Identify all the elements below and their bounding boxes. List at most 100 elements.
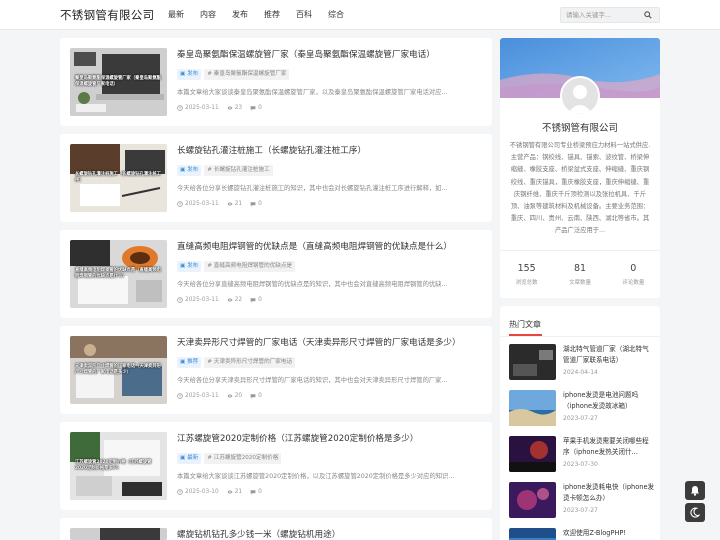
site-header: 不锈钢管有限公司 最新 内容 发布 推荐 百科 综合 (0, 0, 720, 30)
profile-stats: 155 浏览总数 81 文章数量 0 评论数量 (500, 250, 660, 286)
hot-article-date: 2023-07-30 (563, 461, 598, 468)
bell-icon (691, 486, 699, 496)
article-title[interactable]: 直缝高频电阻焊钢管的优缺点是（直缝高频电阻焊钢管的优缺点是什么） (177, 240, 482, 252)
keyword-tag[interactable]: # 长螺旋钻孔灌注桩施工 (204, 165, 273, 176)
search-box (560, 7, 660, 23)
keyword-tag[interactable]: # 江苏螺旋管2020定制价格 (204, 453, 282, 464)
moon-icon (690, 507, 700, 518)
article-comments: 0 (250, 489, 262, 495)
hot-article-title: 苹果手机发烫需要关闭哪些程序（iphone发热关闭什... (563, 437, 649, 456)
eye-icon (227, 298, 233, 302)
clock-icon (177, 393, 183, 399)
nav-item-recommend[interactable]: 推荐 (256, 0, 288, 30)
search-icon[interactable] (644, 11, 652, 19)
hot-article-thumbnail (509, 436, 556, 472)
article-comments: 0 (250, 393, 262, 399)
article-excerpt: 今天给各位分享天津卖异形尺寸焊管的厂家电话的知识，其中也会对天津卖异形尺寸焊管的… (177, 377, 448, 384)
article-thumbnail[interactable]: 秦皇岛聚氨酯保温螺旋管厂家（秦皇岛聚氨酯保温螺旋管厂家电话） (70, 48, 167, 116)
hot-article-title: iphone发烫是电池问题吗（iphone发烫故冰箱） (563, 391, 639, 410)
divider (500, 336, 660, 337)
hot-articles-widget: 热门文章 湖北特气管道厂家（湖北特气管道厂家联系电话） 2024-04-14 i… (500, 306, 660, 540)
category-tag[interactable]: ▣ 发布 (177, 165, 202, 176)
clock-icon (177, 489, 183, 495)
profile-description: 不锈钢管有限公司专业桥梁预应力材料一站式供应.主营产品：钢绞线、锚具、锚索、波纹… (509, 142, 651, 235)
thumbnail-caption: 直缝高频电阻焊钢管的优缺点是（直缝高频电阻焊钢管的优缺点是什么） (75, 268, 161, 279)
category-tag[interactable]: ▣ 发布 (177, 261, 202, 272)
hot-article-item[interactable]: 欢迎使用Z-BlogPHP! (509, 528, 653, 540)
article-title[interactable]: 天津卖异形尺寸焊管的厂家电话（天津卖异形尺寸焊管的厂家电话是多少） (177, 336, 482, 348)
stat-views: 155 浏览总数 (515, 263, 538, 286)
article-comments: 0 (250, 105, 262, 111)
article-card: 长螺旋钻孔灌注桩施工（长螺旋钻孔灌注桩工序） 长螺旋钻孔灌注桩施工（长螺旋钻孔灌… (60, 134, 492, 222)
article-thumbnail[interactable] (70, 528, 167, 540)
article-title[interactable]: 长螺旋钻孔灌注桩施工（长螺旋钻孔灌注桩工序） (177, 144, 482, 156)
article-thumbnail[interactable]: 江苏螺旋管2020定制价格（江苏螺旋管2020定制价格是多少） (70, 432, 167, 500)
nav-item-publish[interactable]: 发布 (224, 0, 256, 30)
hot-article-item[interactable]: iphone发烫耗电快（iphone发烫卡顿怎么办） 2023-07-27 (509, 482, 655, 520)
hot-article-date: 2023-07-27 (563, 507, 598, 514)
hot-article-thumbnail (509, 390, 556, 426)
avatar[interactable] (560, 76, 600, 116)
dark-mode-toggle[interactable] (685, 503, 705, 522)
clock-icon (177, 105, 183, 111)
hot-article-title: 欢迎使用Z-BlogPHP! (563, 529, 627, 537)
article-excerpt: 本篇文章给大家谈谈秦皇岛聚氨酯保温螺旋管厂家，以及秦皇岛聚氨酯保温螺旋管厂家电话… (177, 89, 448, 96)
search-input[interactable] (561, 8, 641, 22)
article-meta: 2025-03-11 21 0 (177, 201, 262, 207)
category-tag[interactable]: ▣ 推荐 (177, 357, 202, 368)
nav-item-encyclopedia[interactable]: 百科 (288, 0, 320, 30)
stat-articles: 81 文章数量 (568, 263, 591, 286)
hot-article-item[interactable]: 湖北特气管道厂家（湖北特气管道厂家联系电话） 2024-04-14 (509, 344, 653, 382)
keyword-tag[interactable]: # 直缝高频电阻焊钢管的优缺点是 (204, 261, 296, 272)
article-title[interactable]: 秦皇岛聚氨酯保温螺旋管厂家（秦皇岛聚氨酯保温螺旋管厂家电话） (177, 48, 482, 60)
nav-item-content[interactable]: 内容 (192, 0, 224, 30)
article-thumbnail[interactable]: 天津卖异形尺寸焊管的厂家电话（天津卖异形尺寸焊管的厂家电话是多少） (70, 336, 167, 404)
article-card: 螺旋钻机钻孔多少钱一米（螺旋钻机用途） (60, 518, 492, 540)
nav-item-general[interactable]: 综合 (320, 0, 352, 30)
article-meta: 2025-03-11 20 0 (177, 393, 262, 399)
thumbnail-caption: 秦皇岛聚氨酯保温螺旋管厂家（秦皇岛聚氨酯保温螺旋管厂家电话） (75, 76, 161, 87)
article-thumbnail[interactable]: 直缝高频电阻焊钢管的优缺点是（直缝高频电阻焊钢管的优缺点是什么） (70, 240, 167, 308)
article-title[interactable]: 螺旋钻机钻孔多少钱一米（螺旋钻机用途） (177, 528, 482, 540)
eye-icon (227, 202, 233, 206)
eye-icon (227, 490, 233, 494)
article-card: 江苏螺旋管2020定制价格（江苏螺旋管2020定制价格是多少） 江苏螺旋管202… (60, 422, 492, 510)
article-card: 秦皇岛聚氨酯保温螺旋管厂家（秦皇岛聚氨酯保温螺旋管厂家电话） 秦皇岛聚氨酯保温螺… (60, 38, 492, 126)
article-comments: 0 (250, 201, 262, 207)
profile-name: 不锈钢管有限公司 (541, 123, 618, 134)
article-excerpt: 本篇文章给大家谈谈江苏螺旋管2020定制价格，以及江苏螺旋管2020定制价格是多… (177, 473, 455, 480)
article-excerpt: 今天给各位分享直缝高频电阻焊钢管的优缺点是的知识，其中也会对直缝高频电阻焊钢管的… (177, 281, 448, 288)
article-tags: ▣ 推荐 # 天津卖异形尺寸焊管的厂家电话 (177, 357, 296, 368)
comment-icon (250, 202, 256, 207)
article-views: 21 (227, 489, 242, 495)
notification-button[interactable] (685, 481, 705, 500)
stat-comments: 0 评论数量 (622, 263, 645, 286)
comment-icon (250, 106, 256, 111)
hot-article-date: 2024-04-14 (563, 369, 598, 376)
article-date: 2025-03-11 (177, 393, 219, 399)
hot-article-item[interactable]: iphone发烫是电池问题吗（iphone发烫故冰箱） 2023-07-27 (509, 390, 653, 428)
article-title[interactable]: 江苏螺旋管2020定制价格（江苏螺旋管2020定制价格是多少） (177, 432, 482, 444)
keyword-tag[interactable]: # 天津卖异形尺寸焊管的厂家电话 (204, 357, 296, 368)
comment-icon (250, 298, 256, 303)
eye-icon (227, 394, 233, 398)
hot-article-thumbnail (509, 528, 556, 540)
category-tag[interactable]: ▣ 最新 (177, 453, 202, 464)
article-card: 天津卖异形尺寸焊管的厂家电话（天津卖异形尺寸焊管的厂家电话是多少） 天津卖异形尺… (60, 326, 492, 414)
keyword-tag[interactable]: # 秦皇岛聚氨酯保温螺旋管厂家 (204, 69, 290, 80)
hot-article-title: 湖北特气管道厂家（湖北特气管道厂家联系电话） (563, 345, 649, 364)
article-views: 22 (227, 297, 242, 303)
hot-article-title: iphone发烫耗电快（iphone发烫卡顿怎么办） (563, 483, 655, 502)
article-meta: 2025-03-11 23 0 (177, 105, 262, 111)
comment-icon (250, 394, 256, 399)
article-views: 21 (227, 201, 242, 207)
hot-article-item[interactable]: 苹果手机发烫需要关闭哪些程序（iphone发热关闭什... 2023-07-30 (509, 436, 653, 474)
article-date: 2025-03-10 (177, 489, 219, 495)
site-logo[interactable]: 不锈钢管有限公司 (60, 7, 154, 23)
category-tag[interactable]: ▣ 发布 (177, 69, 202, 80)
hot-article-thumbnail (509, 482, 556, 518)
article-views: 20 (227, 393, 242, 399)
hot-article-thumbnail (509, 344, 556, 380)
article-thumbnail[interactable]: 长螺旋钻孔灌注桩施工（长螺旋钻孔灌注桩工序） (70, 144, 167, 212)
nav-item-latest[interactable]: 最新 (160, 0, 192, 30)
